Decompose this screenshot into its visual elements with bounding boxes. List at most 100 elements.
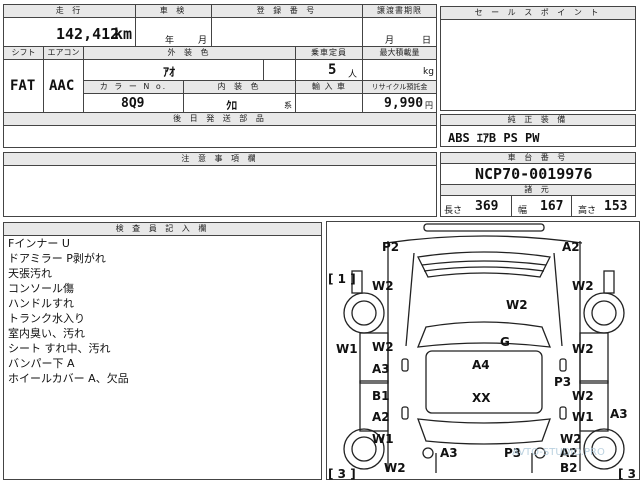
- notes-header: 注 意 事 項 欄: [3, 152, 437, 166]
- damage-mark: B1: [372, 389, 390, 403]
- corner-label-tl: [ 1 ]: [328, 272, 356, 286]
- length-value: 369: [475, 199, 499, 214]
- inspector-note: コンソール傷: [8, 282, 74, 295]
- door-handle: [559, 358, 567, 372]
- interior-color-value: ｸﾛ: [226, 99, 237, 112]
- recycle-unit: 円: [425, 101, 433, 110]
- damage-mark: W1: [372, 432, 394, 446]
- damage-mark: XX: [472, 391, 491, 405]
- exterior-color-header: 外 装 色: [83, 46, 296, 60]
- import-cell: [295, 93, 363, 113]
- notes-area: [3, 165, 437, 217]
- exterior-color-value: ｱｵ: [163, 65, 176, 79]
- hood-stripe: [423, 266, 545, 272]
- damage-mark: A3: [610, 407, 628, 421]
- registration-header: 登 録 番 号: [211, 4, 363, 18]
- max-load-unit: kg: [423, 67, 434, 77]
- capacity-header: 乗車定員: [295, 46, 363, 60]
- damage-mark: W2: [572, 279, 594, 293]
- right-front-door-outline: [579, 332, 609, 384]
- damage-mark: W1: [336, 342, 358, 356]
- right-mirror-outline: [603, 270, 615, 294]
- inspector-note: ハンドルすれ: [8, 297, 74, 310]
- door-handle: [559, 406, 567, 420]
- width-label: 幅: [518, 206, 528, 216]
- wheel-front-left: [343, 292, 385, 334]
- wheel-front-left-hub: [351, 300, 377, 326]
- shift-header: シフト: [3, 46, 44, 60]
- body-sides-outline: [387, 241, 581, 471]
- import-header: 輸 入 車: [295, 80, 363, 94]
- recycle-value: 9,990: [384, 96, 424, 111]
- interior-color-cell: [183, 93, 296, 113]
- damage-mark: W2: [560, 432, 582, 446]
- damage-mark: P3: [554, 375, 571, 389]
- sales-points-area: [440, 19, 636, 111]
- damage-mark: W2: [372, 340, 394, 354]
- hood-outline: [417, 251, 551, 278]
- registration-cell: [211, 17, 363, 47]
- wheel-front-right: [583, 292, 625, 334]
- rear-window-outline: [417, 418, 551, 445]
- capacity-unit: 人: [348, 70, 358, 80]
- inspector-notes-list: Fインナー U ドアミラー P剥がれ 天張汚れ コンソール傷 ハンドルすれ トラ…: [8, 236, 129, 386]
- damage-mark: A3: [372, 362, 390, 376]
- height-label: 高さ: [578, 206, 597, 216]
- damage-mark: G: [500, 335, 510, 349]
- color-no-header: カ ラ ー N o.: [83, 80, 184, 94]
- interior-color-header: 内 装 色: [183, 80, 296, 94]
- shift-value: FAT: [10, 78, 36, 94]
- inspection-header: 車 検: [135, 4, 212, 18]
- damage-mark: W2: [384, 461, 406, 475]
- inspector-note: 室内臭い、汚れ: [8, 327, 85, 340]
- inspection-month: 月: [198, 36, 208, 46]
- sales-points-header: セ ー ル ス ポ イ ン ト: [440, 6, 636, 20]
- rear-lamp-left: [422, 447, 434, 459]
- inspector-note: Fインナー U: [8, 237, 70, 250]
- exterior-color-extra-cell: [263, 59, 296, 81]
- later-docs-header: 後 日 発 送 部 品: [3, 112, 437, 126]
- damage-mark: W2: [372, 279, 394, 293]
- deadline-day: 日: [422, 36, 432, 46]
- length-label: 長さ: [444, 206, 463, 216]
- transfer-deadline-header: 譲渡書期限: [362, 4, 437, 18]
- inspector-note: トランク水入り: [8, 312, 85, 325]
- recycle-header: リサイクル預託金: [362, 80, 437, 94]
- damage-mark: A3: [440, 446, 458, 460]
- watermark: AVTO-STUDIO.PRO: [512, 447, 605, 458]
- front-bumper-outline: [423, 223, 545, 232]
- wheel-front-right-hub: [591, 300, 617, 326]
- later-docs-cell: [3, 125, 437, 148]
- spec-divider-2: [571, 195, 572, 217]
- damage-mark: P2: [382, 240, 399, 254]
- inspector-note: ホイールカバー A、欠品: [8, 372, 129, 385]
- windshield-outline: [416, 321, 552, 348]
- corner-label-bl: [ 3 ]: [328, 467, 356, 480]
- door-handle: [401, 358, 409, 372]
- max-load-header: 最大積載量: [362, 46, 437, 60]
- inspector-notes-header: 検 査 員 記 入 欄: [3, 222, 322, 236]
- color-no-value: 8Q9: [121, 96, 145, 111]
- damage-mark: W2: [572, 342, 594, 356]
- aircon-value: AAC: [49, 78, 75, 94]
- damage-mark: B2: [560, 461, 578, 475]
- deadline-month: 月: [385, 36, 395, 46]
- damage-mark: W2: [572, 389, 594, 403]
- door-handle: [401, 406, 409, 420]
- damage-mark: A2: [562, 240, 580, 254]
- hood-stripe: [421, 260, 547, 266]
- equipment-value: ABS ｴｱB PS PW: [448, 131, 540, 145]
- damage-mark: A4: [472, 358, 490, 372]
- chassis-value: NCP70-0019976: [475, 165, 593, 183]
- capacity-value: 5: [328, 62, 337, 78]
- inspector-note: 天張汚れ: [8, 267, 52, 280]
- damage-mark: A2: [372, 410, 390, 424]
- damage-mark: W1: [572, 410, 594, 424]
- mileage-header: 走 行: [3, 4, 136, 18]
- corner-label-br: [ 3: [618, 467, 636, 480]
- interior-color-suffix: 系: [284, 101, 292, 110]
- aircon-header: エアコン: [43, 46, 84, 60]
- mileage-value: 142,412: [56, 25, 120, 43]
- front-edge-outline: [385, 235, 583, 244]
- inspection-year: 年: [165, 36, 175, 46]
